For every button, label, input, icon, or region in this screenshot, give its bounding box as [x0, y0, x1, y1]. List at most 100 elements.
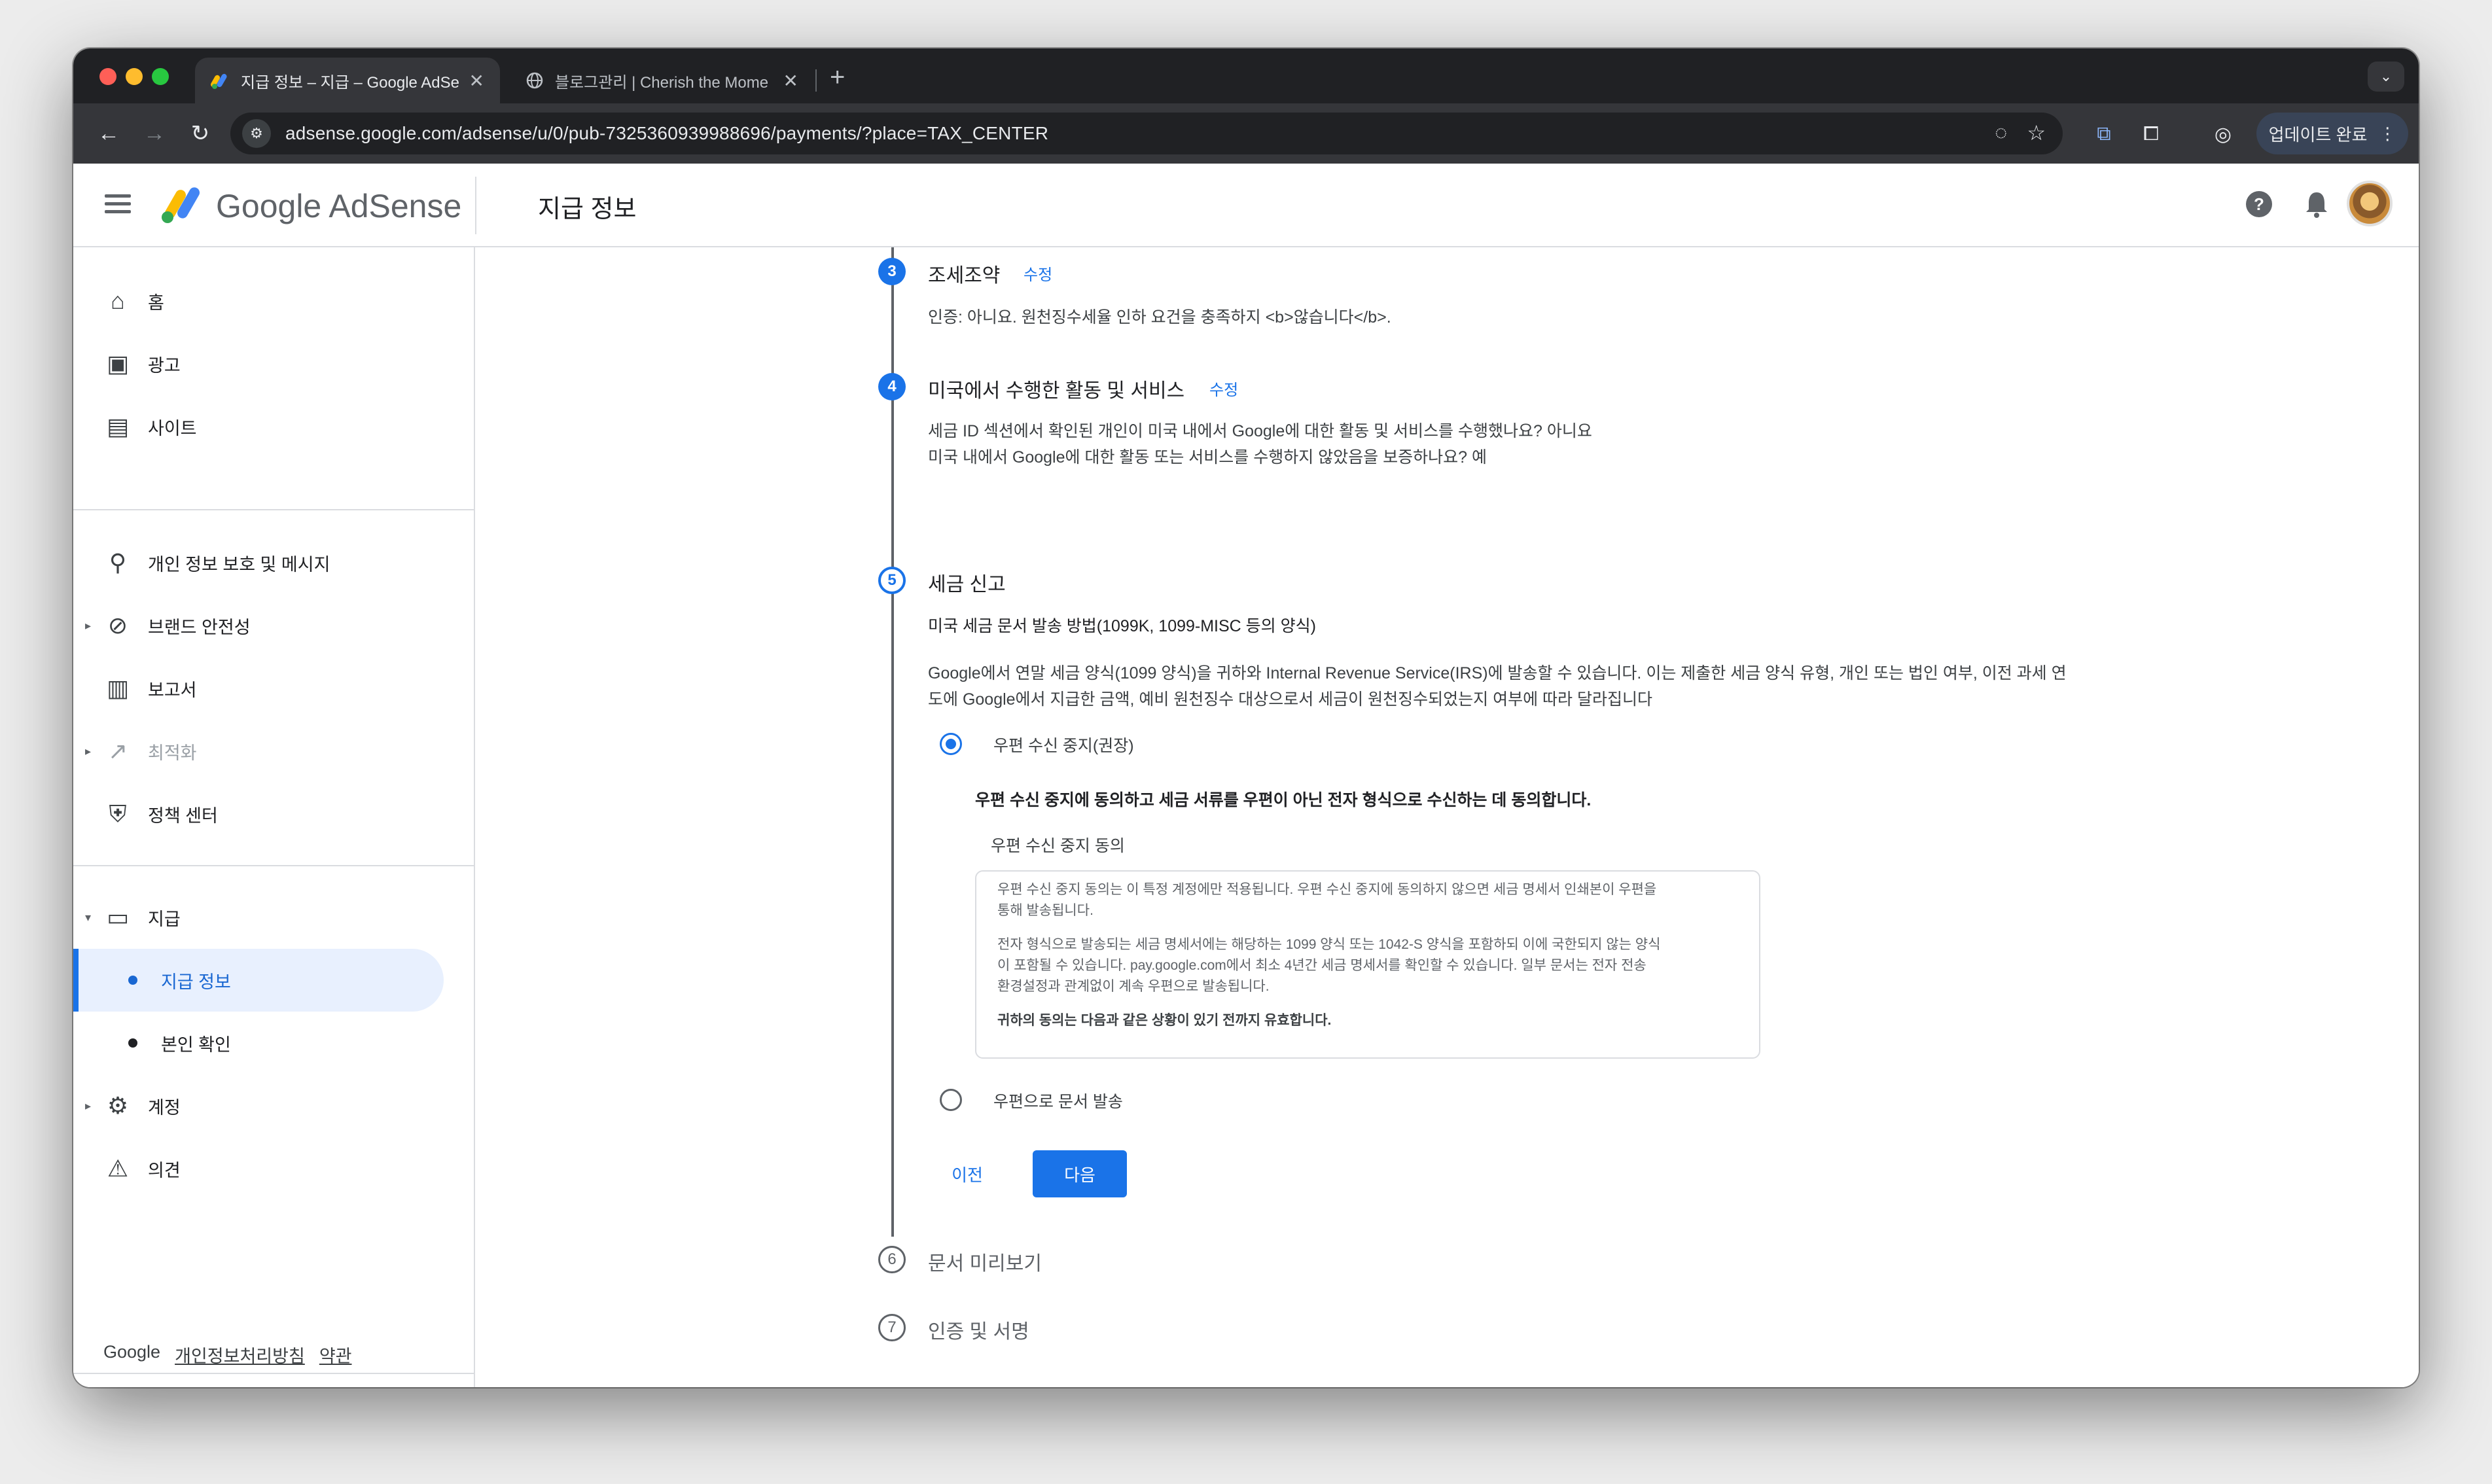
sidebar-footer-divider — [73, 1373, 475, 1374]
sidebar-item-home[interactable]: ⌂ 홈 — [73, 270, 475, 332]
minimize-window-button[interactable] — [126, 68, 143, 85]
bookmark-star-icon[interactable]: ☆ — [2027, 120, 2046, 145]
sidebar-item-reports[interactable]: ▥ 보고서 — [73, 657, 475, 720]
eye-off-icon[interactable]: ◌ — [1995, 120, 2007, 145]
ads-icon: ▣ — [106, 350, 129, 377]
terms-link[interactable]: 약관 — [319, 1342, 352, 1368]
sidebar-item-account[interactable]: ▸ ⚙ 계정 — [73, 1074, 475, 1137]
block-icon: ⊘ — [107, 612, 128, 639]
translate-icon[interactable]: ⧉ — [2089, 119, 2119, 149]
sidebar-item-label: 브랜드 안전성 — [148, 617, 251, 637]
extensions-icon[interactable]: ⧠ — [2136, 119, 2166, 149]
sidebar-item-label: 보고서 — [148, 680, 197, 700]
consent-paragraph: 전자 형식으로 발송되는 세금 명세서에는 해당하는 1099 양식 또는 10… — [997, 937, 1661, 994]
sidebar-item-label: 의견 — [148, 1160, 181, 1180]
sidebar-item-ads[interactable]: ▣ 광고 — [73, 332, 475, 395]
sidebar-item-optimization[interactable]: ▸ ↗ 최적화 — [73, 720, 475, 783]
browser-toolbar: ← → ↻ ⚙ adsense.google.com/adsense/u/0/p… — [73, 103, 2419, 164]
sidebar-item-label: 본인 확인 — [161, 1034, 231, 1055]
maximize-window-button[interactable] — [152, 68, 169, 85]
sidebar-item-payments[interactable]: ▾ ▭ 지급 — [73, 886, 475, 949]
bullet-icon — [128, 976, 137, 985]
expand-caret-icon: ▸ — [85, 618, 92, 632]
step-6-badge: 6 — [878, 1246, 906, 1273]
page-title: 지급 정보 — [538, 196, 637, 223]
notifications-bell-icon[interactable] — [2297, 185, 2336, 224]
step-3-text: 인증: 아니요. 원천징수세율 인하 요건을 충족하지 <b>않습니다</b>. — [928, 308, 1391, 327]
sidebar-item-policy-center[interactable]: ⛨ 정책 센터 — [73, 783, 475, 845]
globe-icon — [526, 72, 543, 89]
close-tab-icon[interactable]: ✕ — [469, 70, 484, 92]
tax-desc-line-2: 도에 Google에서 지급한 금액, 예비 원천징수 대상으로서 세금이 원천… — [928, 690, 1652, 709]
sidebar-item-identity-verification[interactable]: 본인 확인 — [73, 1012, 231, 1074]
update-button[interactable]: 업데이트 완료 ⋮ — [2256, 113, 2408, 154]
step-4-line-2: 미국 내에서 Google에 대한 활동 또는 서비스를 수행하지 않았음을 보… — [928, 448, 1487, 467]
paperless-consent-heading: 우편 수신 중지에 동의하고 세금 서류를 우편이 아닌 전자 형식으로 수신하… — [975, 791, 1592, 809]
step-4-title: 미국에서 수행한 활동 및 서비스 — [928, 380, 1185, 402]
expand-caret-icon: ▸ — [85, 1099, 92, 1112]
close-tab-icon[interactable]: ✕ — [783, 70, 798, 92]
sidebar-item-label: 홈 — [148, 292, 164, 313]
sidebar-item-payment-info[interactable]: 지급 정보 — [73, 949, 444, 1012]
address-bar[interactable]: ⚙ adsense.google.com/adsense/u/0/pub-732… — [230, 113, 2063, 154]
forward-icon[interactable]: → — [139, 118, 170, 149]
browser-window: 지급 정보 – 지급 – Google AdSe ✕ 블로그관리 | Cheri… — [73, 48, 2419, 1387]
sidebar-item-label: 지급 정보 — [161, 972, 231, 992]
sidebar-item-label: 사이트 — [148, 418, 197, 438]
privacy-policy-link[interactable]: 개인정보처리방침 — [175, 1342, 305, 1368]
consent-paragraph: 우편 수신 중지 동의는 이 특정 계정에만 적용됩니다. 우편 수신 중지에 … — [997, 882, 1657, 918]
home-icon: ⌂ — [111, 287, 125, 314]
site-info-icon[interactable]: ⚙ — [242, 119, 271, 148]
reload-icon[interactable]: ↻ — [185, 118, 216, 149]
collapse-caret-icon: ▾ — [85, 910, 92, 924]
brand-name: Google AdSense — [216, 188, 462, 224]
sidebar-footer: Google 개인정보처리방침 약관 — [103, 1342, 352, 1368]
tab-title: 지급 정보 – 지급 – Google AdSe — [241, 73, 459, 92]
sidebar-item-feedback[interactable]: ⚠ 의견 — [73, 1137, 475, 1200]
sidebar-item-sites[interactable]: ▤ 사이트 — [73, 395, 475, 458]
policy-icon: ⛨ — [109, 800, 127, 827]
sidebar-item-brand-safety[interactable]: ▸ ⊘ 브랜드 안전성 — [73, 594, 475, 657]
sync-icon[interactable]: ◎ — [2208, 119, 2238, 149]
help-icon[interactable]: ? — [2239, 185, 2279, 224]
consent-box-title: 우편 수신 중지 동의 — [991, 837, 1125, 855]
tab-search-icon[interactable]: ⌄ — [2368, 62, 2404, 92]
consent-terms-box[interactable]: 우편 수신 중지 동의는 이 특정 계정에만 적용됩니다. 우편 수신 중지에 … — [975, 870, 1760, 1059]
header-divider — [475, 177, 476, 234]
consent-validity: 귀하의 동의는 다음과 같은 상황이 있기 전까지 유효합니다. — [997, 1013, 1332, 1028]
sidebar-divider — [73, 509, 475, 510]
step-5-title: 세금 신고 — [928, 574, 1006, 595]
sidebar: ⌂ 홈 ▣ 광고 ▤ 사이트 ⚲ 개인 정보 보호 및 메시지 ▸ ⊘ 브랜드 … — [73, 247, 475, 1387]
main-content: 3 조세조약 수정 인증: 아니요. 원천징수세율 인하 요건을 충족하지 <b… — [476, 247, 2419, 1387]
more-vert-icon: ⋮ — [2379, 123, 2396, 143]
back-icon[interactable]: ← — [93, 118, 124, 149]
svg-text:?: ? — [2254, 194, 2264, 214]
next-button[interactable]: 다음 — [1033, 1150, 1127, 1197]
sidebar-item-label: 최적화 — [148, 743, 197, 763]
app-header: Google AdSense 지급 정보 ? — [73, 164, 2419, 247]
expand-caret-icon: ▸ — [85, 744, 92, 758]
bullet-icon — [128, 1038, 137, 1048]
close-window-button[interactable] — [99, 68, 116, 85]
step-3-edit-link[interactable]: 수정 — [1024, 262, 1052, 285]
sites-icon: ▤ — [106, 413, 129, 440]
new-tab-icon[interactable]: + — [830, 63, 845, 92]
tab-adsense[interactable]: 지급 정보 – 지급 – Google AdSe ✕ — [195, 58, 500, 103]
paper-mail-option-label[interactable]: 우편으로 문서 발송 — [993, 1089, 1123, 1112]
paperless-radio[interactable] — [940, 733, 962, 755]
step-4-line-1: 세금 ID 섹션에서 확인된 개인이 미국 내에서 Google에 대한 활동 … — [928, 422, 1592, 440]
prev-button[interactable]: 이전 — [934, 1150, 1000, 1197]
step-4-edit-link[interactable]: 수정 — [1209, 377, 1238, 400]
paper-mail-radio[interactable] — [940, 1089, 962, 1111]
menu-icon[interactable] — [102, 190, 134, 221]
sidebar-item-label: 개인 정보 보호 및 메시지 — [148, 554, 330, 574]
url-text: adsense.google.com/adsense/u/0/pub-73253… — [285, 123, 1049, 143]
avatar[interactable] — [2347, 181, 2393, 226]
tab-blog[interactable]: 블로그관리 | Cherish the Mome ✕ — [509, 58, 814, 103]
step-4-badge: 4 — [878, 373, 906, 400]
payments-icon: ▭ — [106, 904, 129, 930]
sidebar-item-privacy[interactable]: ⚲ 개인 정보 보호 및 메시지 — [73, 531, 475, 594]
adsense-logo-icon — [162, 187, 200, 223]
step-3-title: 조세조약 — [928, 265, 1001, 287]
paperless-option-label[interactable]: 우편 수신 중지(권장) — [993, 733, 1134, 756]
